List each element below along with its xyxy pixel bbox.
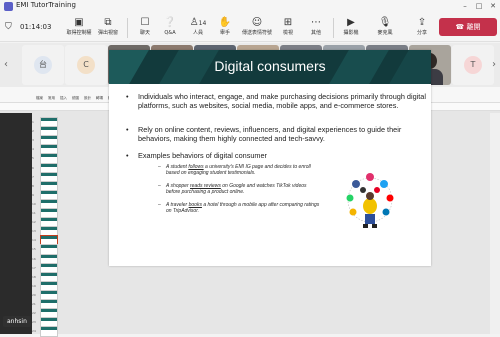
thumb-number: 22 (32, 311, 36, 316)
ribbon-tab[interactable]: 設計 (84, 96, 91, 101)
leave-button[interactable]: ☎ 離開 (439, 18, 497, 36)
left-panel (0, 113, 32, 334)
thumb-number: 1 (32, 120, 34, 124)
avatar: C (77, 56, 95, 74)
emoji-icon: ☺ (251, 17, 263, 28)
avatar: 台 (34, 56, 52, 74)
popout-button[interactable]: ⧉ 彈出視窗 (93, 16, 123, 42)
thumb-number: 2 (32, 129, 34, 134)
qa-icon: ❔ (163, 17, 177, 28)
window-title: EMI TutorTraining (16, 1, 76, 9)
chevron-right-icon[interactable]: › (490, 57, 498, 73)
thumb-number: 11 (32, 211, 36, 215)
close-icon[interactable]: ✕ (486, 0, 500, 13)
take-control-button[interactable]: ▣ 取得控制權 (64, 16, 94, 42)
participant-tile[interactable]: C (65, 45, 107, 85)
mic-icon: 🎙 (378, 17, 392, 28)
slide-thumbnail[interactable] (40, 326, 58, 337)
slide-bullet: • Rely on online content, reviews, influe… (126, 125, 402, 144)
thumb-number: 9 (32, 192, 34, 197)
thumb-number: 17 (32, 265, 36, 270)
view-icon: ⊞ (283, 17, 293, 28)
popout-icon: ⧉ (104, 17, 112, 28)
slide-sub-bullet: – A shopper reads reviews on Google and w… (158, 183, 307, 196)
camera-icon: ▶ (347, 17, 355, 28)
ppt-scrollbar[interactable] (490, 113, 500, 334)
view-button[interactable]: ⊞ 檢視 (273, 16, 303, 42)
meeting-timer: 01:14:03 (20, 23, 52, 31)
thumb-number: 15 (32, 247, 36, 252)
ribbon-tab[interactable]: 常用 (48, 96, 55, 101)
current-slide: Digital consumers • Individuals who inter… (109, 50, 431, 266)
chevron-left-icon[interactable]: ‹ (2, 57, 10, 73)
raise-hand-button[interactable]: ✋ 舉手 (210, 16, 240, 42)
react-button[interactable]: ☺ 傳送表情符號 (242, 16, 272, 42)
control-icon: ▣ (74, 17, 84, 28)
share-button[interactable]: ⇪ 分享 (407, 16, 437, 42)
raise-hand-icon: ✋ (218, 17, 232, 28)
slide-thumbnails: 1 2 3 4 5 6 7 8 9 10 11 12 13 14 15 16 17 18 19 20 21 22 23 24 (32, 113, 60, 337)
thumb-number: 18 (32, 274, 36, 279)
thumb-number: 6 (32, 165, 34, 170)
thumb-number: 5 (32, 156, 34, 161)
thumb-number: 7 (32, 174, 34, 179)
thumb-number: 13 (32, 229, 36, 234)
shield-icon: ⛉ (5, 22, 12, 32)
thumb-number: 14 (32, 238, 36, 243)
ribbon-tab[interactable]: 插入 (60, 96, 67, 101)
thumb-number: 20 (32, 292, 36, 297)
thumb-number: 8 (32, 183, 34, 188)
ribbon-tab[interactable]: 轉場 (96, 96, 103, 101)
minimize-icon[interactable]: – (458, 0, 472, 13)
more-icon: ⋯ (311, 17, 321, 28)
ribbon-tab[interactable]: 繪圖 (72, 96, 79, 101)
slide-title: Digital consumers (214, 58, 326, 74)
slide-bullet: • Individuals who interact, engage, and m… (126, 92, 426, 111)
avatar: T (464, 56, 482, 74)
thumb-number: 16 (32, 256, 36, 261)
slide-bullet: • Examples behaviors of digital consumer (126, 151, 267, 160)
phone-icon: ☎ (455, 23, 467, 31)
thumb-number: 24 (32, 329, 36, 334)
thumb-number: 3 (32, 138, 34, 143)
teams-logo-icon (4, 2, 13, 11)
thumb-number: 21 (32, 302, 36, 306)
participant-tile[interactable]: 台 (22, 45, 64, 85)
thumb-number: 23 (32, 320, 36, 325)
slide-sub-bullet: – A student follows a university's EMI IG… (158, 164, 311, 177)
thumb-number: 19 (32, 283, 36, 288)
ribbon-tab[interactable]: 檔案 (36, 96, 43, 101)
camera-button[interactable]: ▶ 攝影機 (336, 16, 366, 42)
people-button[interactable]: ♙14 人員 (183, 16, 213, 42)
title-bar: EMI TutorTraining – □ ✕ (0, 0, 500, 13)
more-button[interactable]: ⋯ 其他 (301, 16, 331, 42)
people-icon: ♙ (189, 17, 199, 28)
mic-button[interactable]: 🎙 麥克風 (370, 16, 400, 42)
slide-sub-bullet: – A traveler books a hotel through a mobi… (158, 202, 320, 215)
presenter-name-label: anhsin (3, 316, 31, 327)
maximize-icon[interactable]: □ (472, 0, 486, 13)
thumb-number: 10 (32, 201, 36, 206)
thumb-number: 12 (32, 220, 36, 225)
participant-tile[interactable]: T (452, 45, 494, 85)
people-count: 14 (198, 20, 207, 27)
social-media-illustration (346, 173, 394, 228)
qa-button[interactable]: ❔ Q&A (155, 16, 185, 42)
share-icon: ⇪ (417, 17, 427, 28)
thumb-number: 4 (32, 147, 34, 152)
